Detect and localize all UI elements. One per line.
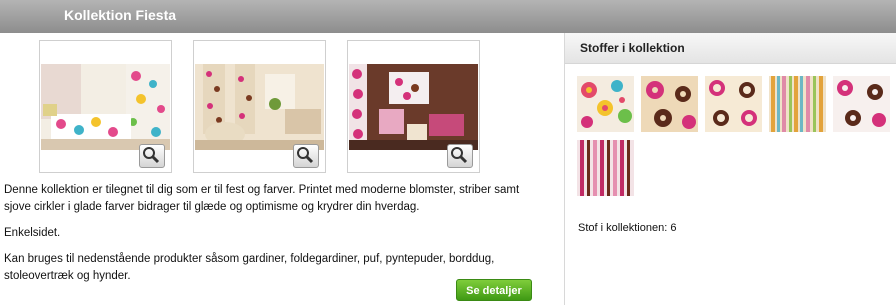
room-photo-thumb-2[interactable] — [193, 40, 326, 173]
description-paragraph-1: Denne kollektion er tilegnet til dig som… — [4, 184, 520, 213]
collection-title: Kollektion Fiesta — [64, 7, 177, 23]
details-button[interactable]: Se detaljer — [456, 279, 532, 301]
fabric-swatch-3[interactable] — [705, 76, 762, 132]
room-photo-bedroom — [41, 64, 170, 150]
description-paragraph-2: Enkelsidet. — [4, 227, 61, 239]
fabric-swatch-2[interactable] — [641, 76, 698, 132]
description-paragraph-3: Kan bruges til nedenstående produkter så… — [4, 253, 495, 282]
room-photo-living — [195, 64, 324, 150]
room-photo-thumb-3[interactable] — [347, 40, 480, 173]
collection-header: Kollektion Fiesta — [0, 0, 896, 33]
zoom-icon[interactable] — [139, 144, 165, 168]
room-photo-thumb-1[interactable] — [39, 40, 172, 173]
fabric-swatch-5[interactable] — [833, 76, 890, 132]
zoom-icon[interactable] — [447, 144, 473, 168]
zoom-icon[interactable] — [293, 144, 319, 168]
fabrics-panel-title: Stoffer i kollektion — [580, 41, 685, 55]
fabric-count: Stof i kollektionen: 6 — [578, 222, 677, 234]
room-photo-lounge — [349, 64, 478, 150]
fabric-swatch-6[interactable] — [577, 140, 634, 196]
fabric-swatch-4[interactable] — [769, 76, 826, 132]
fabric-swatch-1[interactable] — [577, 76, 634, 132]
column-divider — [564, 33, 565, 305]
fabrics-panel-header: Stoffer i kollektion — [565, 33, 896, 64]
